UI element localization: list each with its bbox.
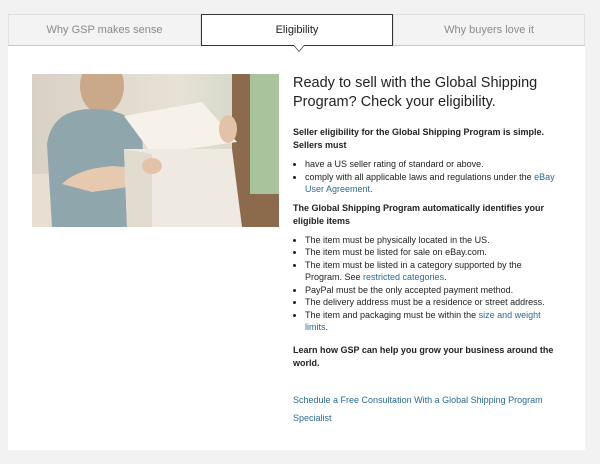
- list-item: The item must be listed for sale on eBay…: [305, 246, 555, 259]
- seller-intro: Seller eligibility for the Global Shippi…: [293, 127, 545, 150]
- tab-bar: Why GSP makes sense Eligibility Why buye…: [8, 14, 585, 46]
- list-item: The item and packaging must be within th…: [305, 309, 555, 334]
- schedule-consultation-link[interactable]: Schedule a Free Consultation With a Glob…: [293, 395, 543, 423]
- list-item: The item must be listed in a category su…: [305, 259, 555, 284]
- list-item: comply with all applicable laws and regu…: [305, 171, 555, 196]
- list-item: have a US seller rating of standard or a…: [305, 158, 555, 171]
- eligibility-content: Ready to sell with the Global Shipping P…: [293, 74, 555, 426]
- tab-why-buyers[interactable]: Why buyers love it: [393, 14, 585, 45]
- restricted-categories-link[interactable]: restricted categories: [363, 272, 444, 282]
- list-item: The delivery address must be a residence…: [305, 296, 555, 309]
- seller-requirements-list: have a US seller rating of standard or a…: [293, 158, 555, 196]
- tab-why-gsp[interactable]: Why GSP makes sense: [8, 14, 201, 45]
- list-item: The item must be physically located in t…: [305, 234, 555, 247]
- learn-more-text: Learn how GSP can help you grow your bus…: [293, 344, 554, 368]
- tab-eligibility[interactable]: Eligibility: [201, 14, 393, 46]
- page-heading: Ready to sell with the Global Shipping P…: [293, 75, 538, 110]
- item-requirements-list: The item must be physically located in t…: [293, 234, 555, 334]
- active-tab-pointer-fill: [294, 45, 304, 51]
- items-intro: The Global Shipping Program automaticall…: [293, 202, 545, 226]
- hero-image: [32, 74, 279, 227]
- list-item: PayPal must be the only accepted payment…: [305, 284, 555, 297]
